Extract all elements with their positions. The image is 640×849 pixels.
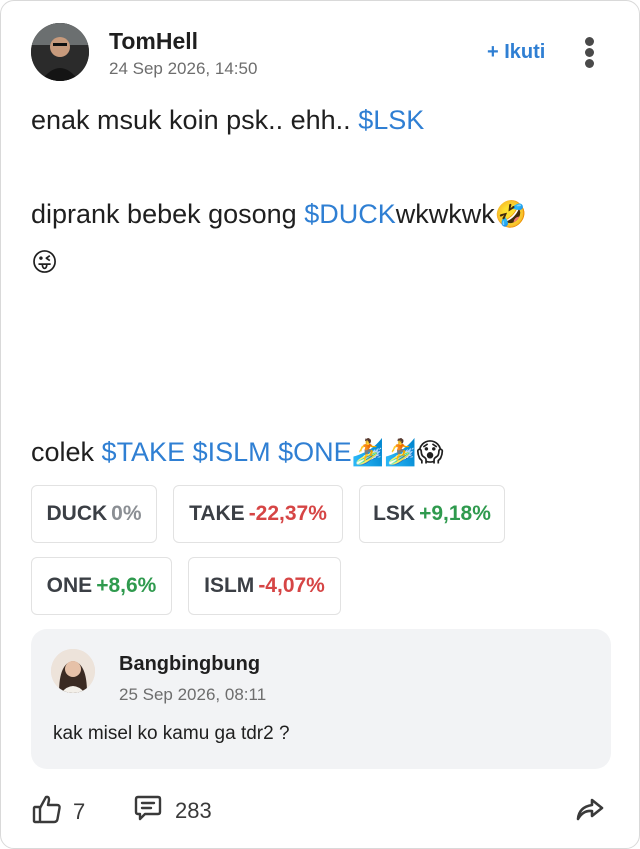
share-icon[interactable] bbox=[575, 797, 605, 828]
like-count: 7 bbox=[73, 798, 86, 824]
follow-button[interactable]: + Ikuti bbox=[487, 41, 545, 64]
ticker-symbol: ISLM bbox=[204, 574, 255, 597]
comment-button[interactable]: 283 bbox=[133, 793, 212, 828]
post-line-3: 😜 bbox=[31, 247, 58, 278]
ticker-chip-take[interactable]: TAKE -22,37% bbox=[173, 485, 343, 543]
winking-tongue-emoji-icon: 😜 bbox=[31, 248, 59, 278]
ticker-symbol: ONE bbox=[46, 574, 93, 597]
surfer-emoji-icon: 🏄 bbox=[351, 438, 385, 468]
post-timestamp: 24 Sep 2026, 14:50 bbox=[109, 59, 258, 78]
cashtag-islm[interactable]: $ISLM bbox=[193, 437, 271, 467]
post-card: TomHell 24 Sep 2026, 14:50 + Ikuti enak … bbox=[0, 0, 640, 849]
ticker-chip-duck[interactable]: DUCK 0% bbox=[31, 485, 157, 543]
comment-timestamp: 25 Sep 2026, 08:11 bbox=[119, 685, 267, 704]
post-text: colek bbox=[31, 437, 95, 467]
ticker-chip-islm[interactable]: ISLM -4,07% bbox=[188, 557, 341, 615]
cashtag-take[interactable]: $TAKE bbox=[102, 437, 186, 467]
top-comment[interactable]: Bangbingbung 25 Sep 2026, 08:11 kak mise… bbox=[31, 629, 611, 769]
surfer-emoji-icon: 🏄 bbox=[384, 438, 417, 468]
post-line-1: enak msuk koin psk.. ehh.. $LSK bbox=[31, 105, 424, 136]
post-line-2: diprank bebek gosong $DUCKwkwkwk🤣 bbox=[31, 199, 527, 230]
like-button[interactable]: 7 bbox=[31, 793, 85, 830]
ticker-symbol: LSK bbox=[373, 502, 416, 525]
ticker-change: -22,37% bbox=[248, 502, 327, 525]
more-options-icon[interactable] bbox=[581, 37, 597, 69]
commenter-avatar[interactable] bbox=[51, 649, 95, 693]
thumbs-up-icon bbox=[31, 793, 63, 830]
author-name[interactable]: TomHell bbox=[109, 28, 198, 55]
post-line-4: colek $TAKE $ISLM $ONE🏄🏄😱 bbox=[31, 437, 444, 468]
ticker-chip-one[interactable]: ONE +8,6% bbox=[31, 557, 172, 615]
cashtag-lsk[interactable]: $LSK bbox=[358, 105, 424, 135]
ticker-symbol: TAKE bbox=[189, 502, 245, 525]
ticker-chip-lsk[interactable]: LSK +9,18% bbox=[359, 485, 505, 543]
cashtag-duck[interactable]: $DUCK bbox=[304, 199, 396, 229]
cashtag-one[interactable]: $ONE bbox=[278, 437, 352, 467]
post-text-suffix: wkwkwk bbox=[395, 199, 495, 229]
ticker-change: -4,07% bbox=[258, 574, 325, 597]
scream-emoji-icon: 😱 bbox=[416, 438, 444, 468]
post-text: enak msuk koin psk.. ehh.. bbox=[31, 105, 351, 135]
post-text: diprank bebek gosong bbox=[31, 199, 297, 229]
ticker-change: +8,6% bbox=[96, 574, 157, 597]
comment-bubble-icon bbox=[133, 793, 163, 828]
ticker-change: 0% bbox=[111, 502, 142, 525]
commenter-name[interactable]: Bangbingbung bbox=[119, 653, 260, 676]
rofl-emoji-icon: 🤣 bbox=[494, 200, 528, 230]
comment-text: kak misel ko kamu ga tdr2 ? bbox=[53, 723, 290, 744]
author-avatar[interactable] bbox=[31, 23, 89, 81]
comment-count: 283 bbox=[175, 797, 212, 823]
ticker-symbol: DUCK bbox=[46, 502, 108, 525]
ticker-change: +9,18% bbox=[419, 502, 491, 525]
